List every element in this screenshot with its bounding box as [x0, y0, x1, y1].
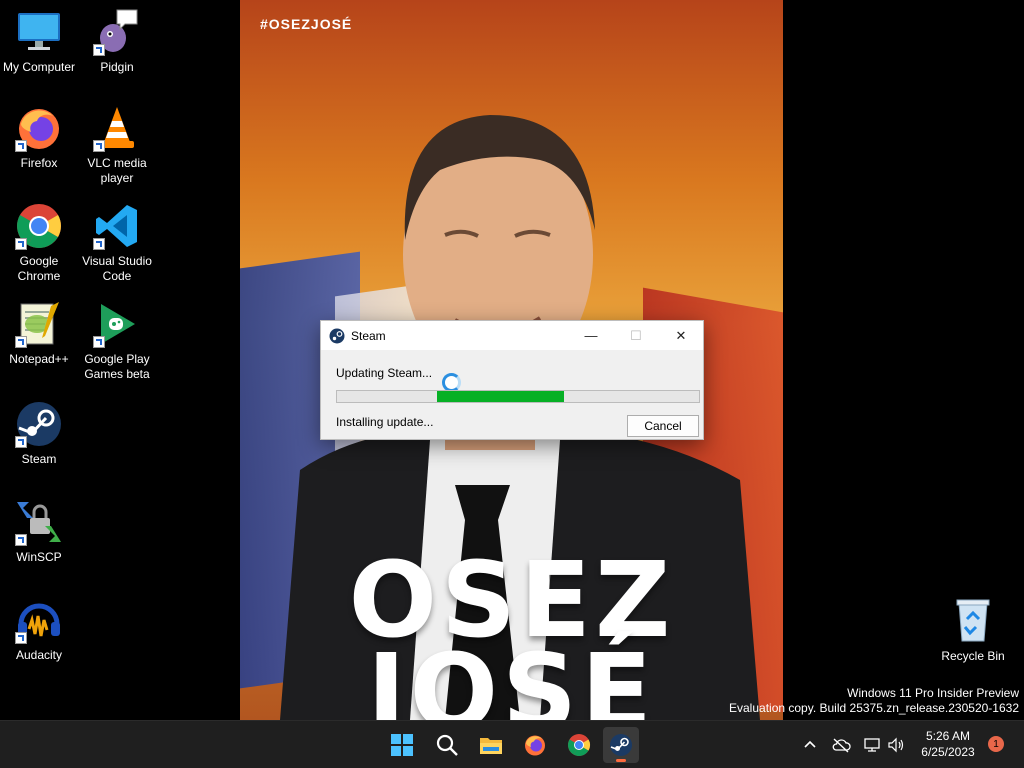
dialog-title: Steam [351, 328, 386, 343]
maximize-button: ☐ [630, 327, 642, 343]
start-button[interactable] [384, 727, 420, 763]
desktop-icon-label: Steam [21, 452, 57, 466]
cancel-button[interactable]: Cancel [627, 415, 699, 437]
desktop-icon-label: Audacity [15, 648, 63, 662]
chrome-icon [568, 734, 590, 756]
start-icon [391, 734, 413, 756]
update-status-text: Updating Steam... [336, 366, 433, 380]
onedrive-tray-button[interactable] [831, 735, 851, 755]
desktop-icon-audacity[interactable]: Audacity [0, 596, 78, 663]
firefox-taskbar-button[interactable] [517, 727, 553, 763]
desktop-icon-label: Recycle Bin [941, 649, 1005, 663]
firefox-icon [525, 735, 545, 756]
update-progress-bar [336, 390, 700, 403]
speaker-icon [888, 737, 904, 753]
desktop-icon-vlc[interactable]: VLC media player [78, 104, 156, 186]
chrome-taskbar-button[interactable] [561, 727, 597, 763]
taskbar: 5:26 AM 6/25/2023 1 [0, 720, 1024, 768]
desktop-icon-google-chrome[interactable]: Google Chrome [0, 202, 78, 284]
progress-fill [437, 391, 564, 402]
running-indicator [616, 759, 626, 762]
desktop-icon-firefox[interactable]: Firefox [0, 104, 78, 171]
vscode-icon [93, 202, 141, 250]
desktop-icon-label: My Computer [2, 60, 76, 74]
file-explorer-icon [480, 738, 502, 754]
desktop-icon-steam[interactable]: Steam [0, 400, 78, 467]
clock-time: 5:26 AM [925, 729, 971, 743]
show-hidden-icons-button[interactable] [800, 735, 820, 755]
desktop-icon-recycle-bin[interactable]: Recycle Bin [938, 597, 1008, 664]
network-tray-button[interactable] [862, 735, 882, 755]
steam-icon [329, 328, 345, 343]
steam-icon [15, 400, 63, 448]
desktop-icon-label: Visual Studio Code [82, 254, 152, 283]
search-button[interactable] [429, 727, 465, 763]
desktop-icon-vscode[interactable]: Visual Studio Code [78, 202, 156, 284]
desktop-icon-label: Pidgin [100, 60, 134, 74]
desktop-icon-notepadpp[interactable]: Notepad++ [0, 300, 78, 367]
desktop-icon-winscp[interactable]: WinSCP [0, 498, 78, 565]
search-icon [436, 734, 458, 756]
taskbar-clock[interactable]: 5:26 AM 6/25/2023 [915, 728, 981, 760]
audacity-icon [15, 596, 63, 644]
chevron-up-icon [804, 740, 816, 748]
desktop-icon-label: WinSCP [16, 550, 62, 564]
steam-icon [610, 734, 632, 756]
windows-watermark-line-1: Windows 11 Pro Insider Preview [847, 686, 1019, 700]
clock-date: 6/25/2023 [921, 745, 975, 759]
vlc-icon [93, 104, 141, 152]
chrome-icon [15, 202, 63, 250]
minimize-button[interactable]: — [568, 321, 614, 350]
windows-watermark-line-2: Evaluation copy. Build 25375.zn_release.… [729, 701, 1019, 715]
file-explorer-button[interactable] [473, 727, 509, 763]
winscp-icon [15, 498, 63, 546]
poster-hashtag: #OSEZJOSÉ [260, 16, 353, 32]
pidgin-icon [93, 8, 141, 56]
volume-tray-button[interactable] [886, 735, 906, 755]
desktop-icon-pidgin[interactable]: Pidgin [78, 8, 156, 75]
google-play-games-icon [93, 300, 141, 348]
computer-icon [15, 8, 63, 56]
desktop-icon-label: VLC media player [87, 156, 147, 185]
desktop-icon-label: Notepad++ [9, 352, 69, 366]
firefox-icon [15, 104, 63, 152]
desktop-icon-label: Firefox [20, 156, 58, 170]
poster-title-line-2: JOSÉ [366, 631, 657, 720]
steam-taskbar-button[interactable] [603, 727, 639, 763]
network-icon [864, 738, 880, 752]
desktop-icon-label: Google Play Games beta [84, 352, 150, 381]
notification-badge[interactable]: 1 [988, 736, 1004, 752]
desktop-icon-my-computer[interactable]: My Computer [0, 8, 78, 75]
notepadpp-icon [15, 300, 63, 348]
desktop-icon-google-play-games[interactable]: Google Play Games beta [78, 300, 156, 382]
desktop-icon-label: Google Chrome [17, 254, 61, 283]
dialog-titlebar[interactable]: Steam — ☐ ✕ [321, 321, 703, 350]
update-detail-text: Installing update... [336, 415, 434, 429]
cloud-offline-icon [832, 738, 851, 753]
close-button[interactable]: ✕ [658, 321, 704, 350]
steam-update-dialog: Steam — ☐ ✕ Updating Steam... Installing… [320, 320, 704, 440]
recycle-bin-icon [949, 597, 997, 645]
